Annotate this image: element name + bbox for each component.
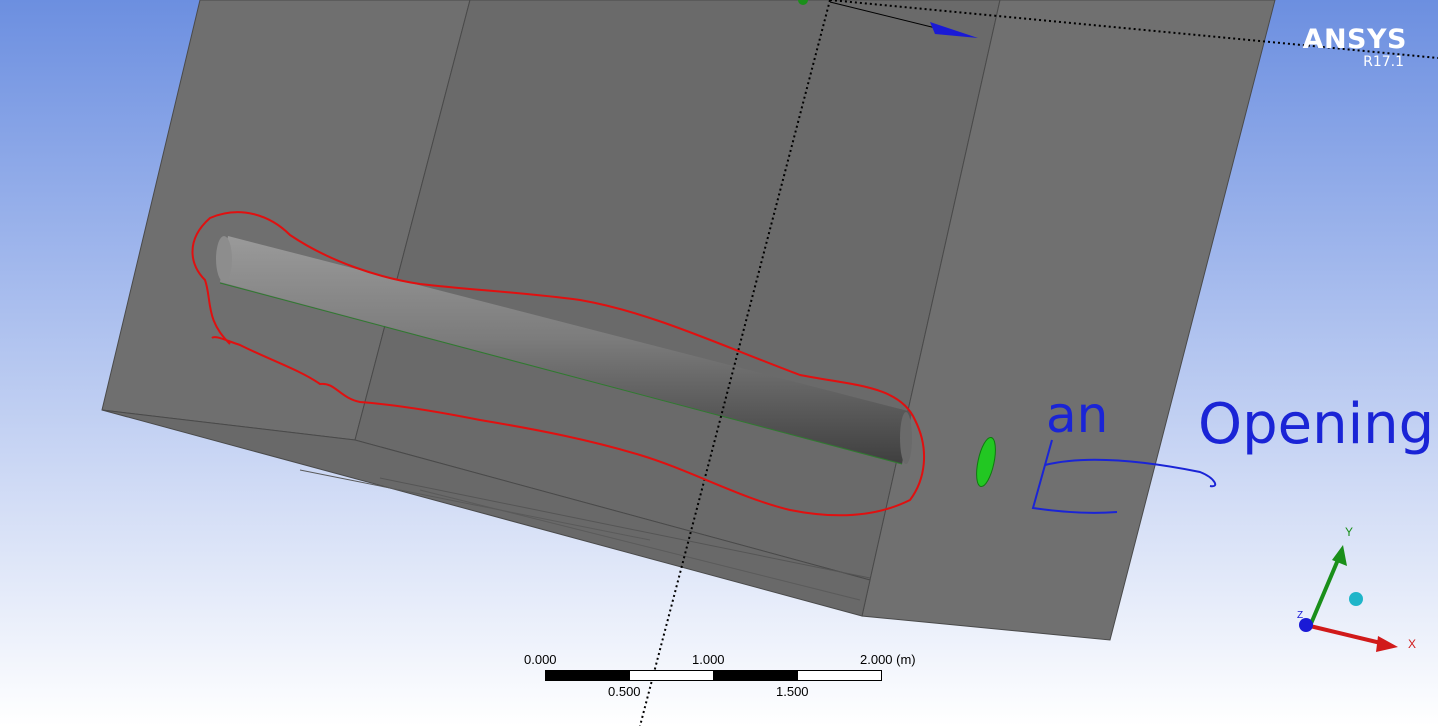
triad-y-axis [1308,554,1342,627]
scale-segment [797,670,882,681]
graphics-viewport[interactable]: ANSYS R17.1 0.000 1.000 2.000 (m) 0.500 … [0,0,1438,726]
triad-y-label: Y [1345,525,1354,539]
scale-bar: 0.000 1.000 2.000 (m) 0.500 1.500 [520,650,940,710]
pipe-far-end [900,412,912,464]
annotation-text-opening: Opening [1198,392,1435,457]
pipe-end-cap[interactable] [216,236,232,282]
scale-tick-1: 1.000 [692,652,725,667]
scale-segment [545,670,630,681]
annotation-text-an: an [1046,386,1109,444]
scale-tick-1.5: 1.500 [776,684,809,699]
scale-unit-label: 2.000 (m) [860,652,916,667]
ansys-logo: ANSYS R17.1 [1292,24,1407,71]
triad-iso-ball[interactable] [1349,592,1363,606]
triad-x-arrow [1376,636,1398,652]
geometry-scene[interactable] [0,0,1438,726]
triad-x-axis [1309,624,1386,646]
scale-tick-0.5: 0.500 [608,684,641,699]
triad-z-label: Z [1297,610,1304,621]
brand-name: ANSYS [1302,24,1407,55]
version-label: R17.1 [1363,54,1404,70]
scale-segment [713,670,798,681]
triad-x-label: X [1408,637,1417,651]
triad-y-arrow [1332,545,1347,566]
scale-tick-0: 0.000 [524,652,557,667]
scale-segment [629,670,714,681]
